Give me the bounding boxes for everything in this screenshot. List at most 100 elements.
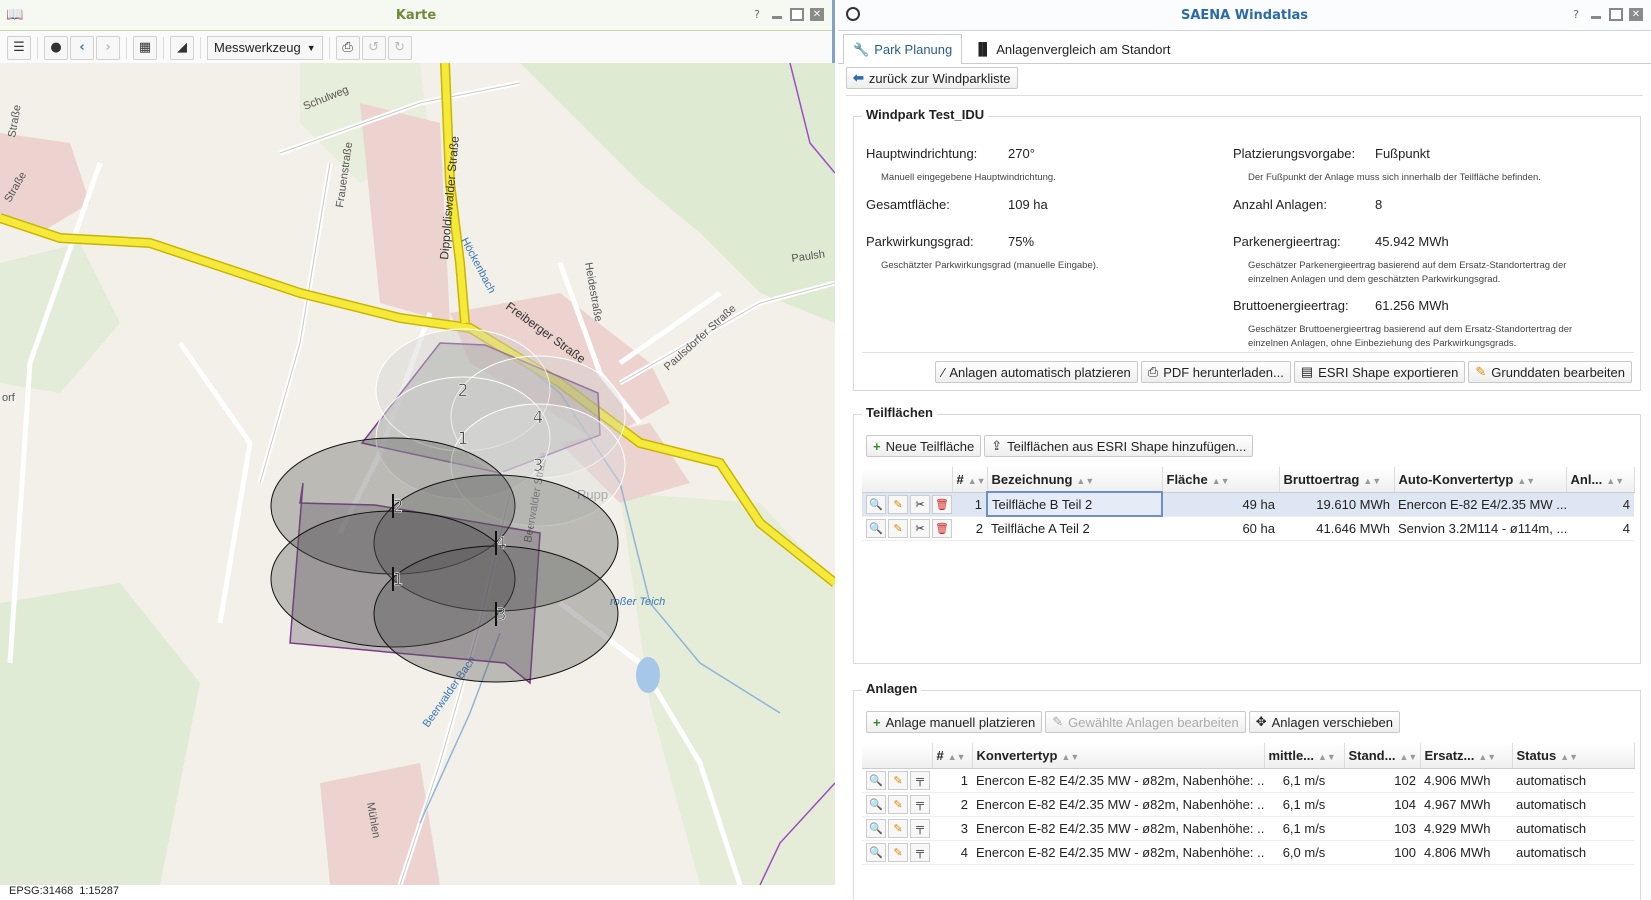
- zoom-icon[interactable]: 🔍: [866, 794, 886, 814]
- signpost-icon[interactable]: ╤: [910, 770, 930, 790]
- turbine-label[interactable]: 3: [532, 456, 544, 477]
- pencil-icon[interactable]: ✎: [888, 518, 908, 538]
- column-label: #: [956, 471, 964, 487]
- edit-selected-button[interactable]: ✎ Gewählte Anlagen bearbeiten: [1045, 711, 1246, 733]
- zoom-icon[interactable]: 🔍: [866, 518, 886, 538]
- sort-icon: ▲▼: [1318, 751, 1336, 762]
- pencil-icon[interactable]: ✎: [888, 494, 908, 514]
- turbine-label[interactable]: 1: [392, 570, 404, 591]
- minimize-icon[interactable]: [770, 8, 784, 21]
- column-header[interactable]: Anl... ▲▼: [1566, 467, 1635, 493]
- zoom-icon[interactable]: 🔍: [866, 770, 886, 790]
- column-header[interactable]: Bezeichnung ▲▼: [987, 467, 1163, 493]
- back-arrow-icon[interactable]: ‹: [70, 35, 94, 60]
- turbine-label[interactable]: 1: [457, 429, 469, 450]
- esri-export-button[interactable]: ▤ ESRI Shape exportieren: [1293, 361, 1466, 383]
- print-icon[interactable]: ⎙: [335, 35, 360, 60]
- pencil-icon[interactable]: ✎: [888, 842, 908, 862]
- column-header[interactable]: Ersatz... ▲▼: [1420, 743, 1513, 769]
- column-header[interactable]: Konvertertyp ▲▼: [972, 743, 1265, 769]
- globe-icon[interactable]: ●: [44, 35, 68, 60]
- turbine-label[interactable]: 2: [392, 497, 404, 518]
- place-manually-button[interactable]: + Anlage manuell platzieren: [866, 711, 1043, 733]
- map-book-icon: 📖: [6, 7, 24, 23]
- signpost-icon[interactable]: ╤: [910, 842, 930, 862]
- cell-nr: 4: [932, 840, 972, 865]
- import-esri-button[interactable]: ⇪ Teilflächen aus ESRI Shape hinzufügen..…: [984, 435, 1254, 457]
- table-row[interactable]: 🔍 ✎ ╤ 2 Enercon E-82 E4/2.35 MW - ø82m, Na…: [862, 792, 1634, 817]
- redo-icon[interactable]: ↻: [387, 35, 412, 60]
- tab-park-planung[interactable]: 🔧 Park Planung: [843, 34, 963, 64]
- minimize-icon[interactable]: [1589, 8, 1603, 21]
- scissors-icon[interactable]: ✂: [910, 518, 930, 538]
- pdf-download-button[interactable]: ⎙ PDF herunterladen...: [1140, 361, 1291, 383]
- map-canvas[interactable]: Schulweg Frauenstraße Dippoldiswalder St…: [0, 63, 835, 885]
- layer-list-icon[interactable]: ☰: [7, 35, 31, 60]
- column-header[interactable]: Fläche ▲▼: [1162, 467, 1280, 493]
- column-header[interactable]: mittle... ▲▼: [1264, 743, 1345, 769]
- pencil-icon[interactable]: ✎: [888, 818, 908, 838]
- cell-ersatz: 4.906 MWh: [1420, 768, 1512, 793]
- eraser-icon[interactable]: ◢: [170, 35, 194, 60]
- zoom-icon[interactable]: 🔍: [866, 818, 886, 838]
- turbine-label[interactable]: 4: [532, 408, 544, 429]
- cell-typ: Senvion 3.2M114 - ø114m, ...: [1394, 516, 1566, 541]
- wrench-icon: 🔧: [853, 41, 870, 57]
- map-label-orf: orf: [2, 392, 16, 404]
- signpost-icon[interactable]: ╤: [910, 794, 930, 814]
- column-header[interactable]: Bruttoertrag ▲▼: [1279, 467, 1395, 493]
- table-row[interactable]: 🔍 ✎ ╤ 1 Enercon E-82 E4/2.35 MW - ø82m, Na…: [862, 768, 1634, 793]
- cell-nr: 2: [952, 516, 987, 541]
- zoom-icon[interactable]: 🔍: [866, 842, 886, 862]
- column-header[interactable]: # ▲▼: [932, 743, 973, 769]
- print-icon: ⎙: [1147, 364, 1159, 379]
- windatlas-panel: SAENA Windatlas ? ✕ 🔧 Park Planung ▐▌ An…: [838, 0, 1651, 900]
- pencil-icon[interactable]: ✎: [888, 794, 908, 814]
- cell-name[interactable]: Teilfläche A Teil 2: [987, 516, 1162, 541]
- turbine-label[interactable]: 3: [495, 605, 507, 626]
- close-icon[interactable]: ✕: [810, 8, 824, 21]
- bruttoenergieertrag-hint: Geschätzer Bruttoenergieertrag basierend…: [1248, 323, 1572, 351]
- column-header[interactable]: Status ▲▼: [1512, 743, 1635, 769]
- zoom-icon[interactable]: 🔍: [866, 494, 886, 514]
- close-icon[interactable]: ✕: [1629, 8, 1643, 21]
- cell-nr: 2: [932, 792, 972, 817]
- pencil-icon[interactable]: ✎: [888, 770, 908, 790]
- help-icon[interactable]: ?: [1569, 8, 1583, 21]
- table-row[interactable]: 🔍 ✎ ✂ 🗑 1 Teilfläche B Teil 2 49 ha 19.610 …: [862, 491, 1634, 517]
- auto-place-button[interactable]: ⁄ Anlagen automatisch platzieren: [935, 361, 1138, 383]
- maximize-icon[interactable]: [1609, 8, 1623, 21]
- undo-icon[interactable]: ↺: [361, 35, 386, 60]
- cell-name[interactable]: Teilfläche B Teil 2: [986, 491, 1163, 517]
- cell-nr: 1: [932, 768, 972, 793]
- caret-down-icon: ▼: [306, 42, 316, 53]
- map-svg[interactable]: Schulweg Frauenstraße Dippoldiswalder St…: [0, 63, 835, 885]
- maximize-icon[interactable]: [790, 8, 804, 21]
- new-teilflaeche-button[interactable]: + Neue Teilfläche: [866, 435, 982, 457]
- trash-icon[interactable]: 🗑: [932, 518, 952, 538]
- forward-arrow-icon[interactable]: ›: [96, 35, 120, 60]
- table-row[interactable]: 🔍 ✎ ✂ 🗑 2 Teilfläche A Teil 2 60 ha 41.646 …: [862, 516, 1634, 541]
- hint-line: einzelnen Anlagen, ohne Einbeziehung des…: [1248, 338, 1517, 349]
- hint-line: Geschätzer Bruttoenergieertrag basierend…: [1248, 324, 1573, 335]
- table-row[interactable]: 🔍 ✎ ╤ 3 Enercon E-82 E4/2.35 MW - ø82m, Na…: [862, 816, 1634, 841]
- help-icon[interactable]: ?: [750, 8, 764, 21]
- hint-line: Geschätzer Parkenergieertrag basierend a…: [1248, 260, 1567, 271]
- edit-basics-button[interactable]: ✎ Grunddaten bearbeiten: [1468, 361, 1632, 383]
- measure-tool-dropdown[interactable]: Messwerkzeug ▼: [207, 35, 323, 60]
- table-icon[interactable]: ▦: [133, 35, 157, 60]
- column-header[interactable]: Stand... ▲▼: [1344, 743, 1421, 769]
- cell-nr: 1: [952, 492, 987, 517]
- trash-icon[interactable]: 🗑: [932, 494, 952, 514]
- move-turbines-button[interactable]: ✥ Anlagen verschieben: [1248, 711, 1401, 733]
- turbine-label[interactable]: 4: [495, 534, 507, 555]
- column-header[interactable]: Auto-Konvertertyp ▲▼: [1394, 467, 1567, 493]
- signpost-icon[interactable]: ╤: [910, 818, 930, 838]
- back-to-windpark-list-button[interactable]: ⬅ zurück zur Windparkliste: [846, 67, 1018, 89]
- move-icon: ✥: [1255, 714, 1267, 729]
- table-row[interactable]: 🔍 ✎ ╤ 4 Enercon E-82 E4/2.35 MW - ø82m, Na…: [862, 840, 1634, 865]
- column-header[interactable]: # ▲▼: [952, 467, 988, 493]
- turbine-label[interactable]: 2: [457, 381, 469, 402]
- scissors-icon[interactable]: ✂: [910, 494, 930, 514]
- tab-anlagenvergleich[interactable]: ▐▌ Anlagenvergleich am Standort: [964, 34, 1180, 63]
